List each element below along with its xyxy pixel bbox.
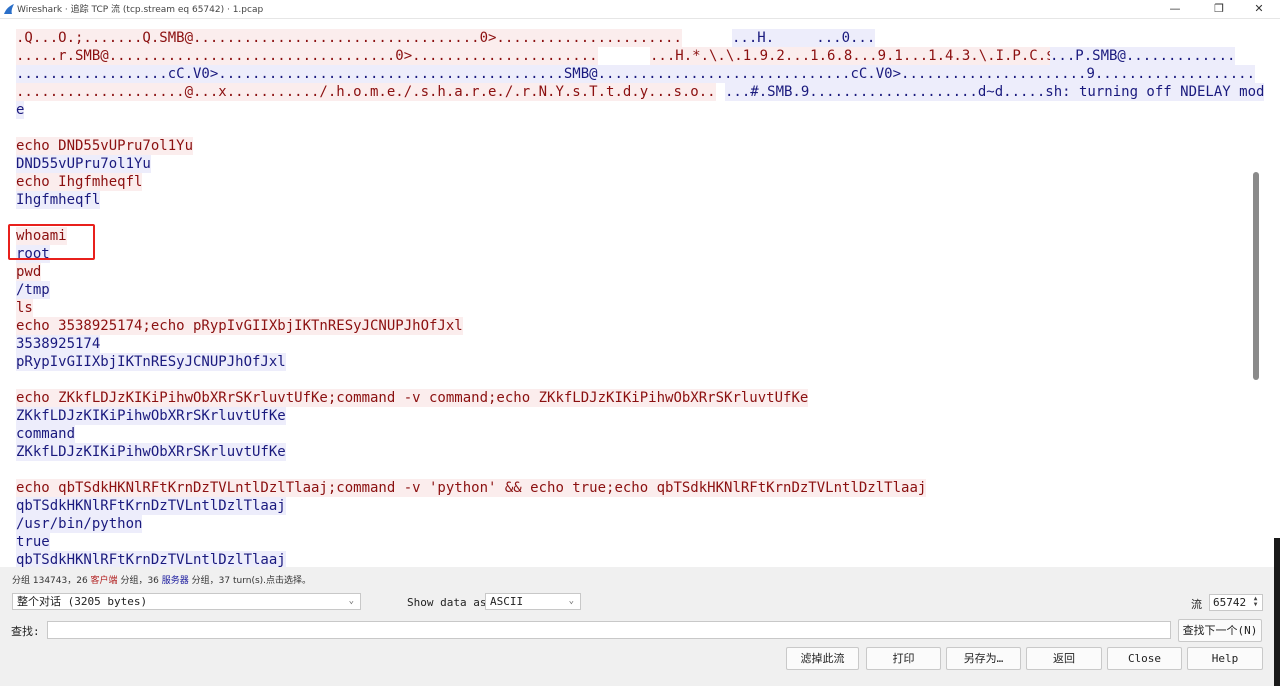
window-title: Wireshark · 追踪 TCP 流 (tcp.stream eq 6574… [17,5,264,15]
highlight-box [8,224,95,260]
stream-line-server[interactable]: ZKkfLDJzKIKiPihwObXRrSKrluvtUfKe [16,443,286,461]
stream-line-server[interactable]: qbTSdkHKNlRFtKrnDzTVLntlDzlTlaaj [16,497,286,515]
stream-line-server[interactable]: true [16,533,50,551]
stream-status-text: 分组 134743，26 客户端 分组，36 服务器 分组，37 turn(s)… [12,573,311,586]
back-button[interactable]: 返回 [1026,647,1102,670]
spin-arrows-icon[interactable]: ▲ ▼ [1250,596,1261,609]
find-label: 查找: [11,625,40,638]
stream-line-client[interactable]: echo Ihgfmheqfl [16,173,143,191]
stream-line-server[interactable]: e [16,101,25,119]
show-data-select[interactable]: ASCII ⌄ [485,593,581,610]
show-data-label: Show data as [407,596,487,609]
stream-line-server[interactable]: pRypIvGIIXbjIKTnRESyJCNUPJhOfJxl [16,353,286,371]
conversation-select-value: 整个对话 (3205 bytes) [17,595,148,608]
vertical-scrollbar[interactable] [1264,19,1280,567]
status-suffix: 分组，37 turn(s).点击选择。 [191,576,312,586]
stream-line-server[interactable]: ..................cC.V0>................… [16,65,1256,83]
status-middle: 分组，36 [120,576,159,586]
stream-line-server[interactable]: command [16,425,76,443]
stream-line-server[interactable]: DND55vUPru7ol1Yu [16,155,151,173]
stream-number-label: 流 [1191,598,1202,611]
chevron-down-icon: ⌄ [568,596,574,606]
status-server-label: 服务器 [161,576,189,586]
stream-line-server[interactable]: ...#.SMB.9....................d~d.....sh… [725,83,1264,101]
stream-line-server[interactable]: 3538925174 [16,335,101,353]
stream-line-server[interactable]: ZKkfLDJzKIKiPihwObXRrSKrluvtUfKe [16,407,286,425]
background-edge [1274,538,1280,686]
status-client-label: 客户端 [90,576,118,586]
minimize-button[interactable]: — [1154,0,1196,18]
filter-out-button[interactable]: 滤掉此流 [786,647,859,670]
window-bottom-edge [0,676,1280,686]
chevron-down-icon: ⌄ [348,596,354,606]
stream-line-client[interactable]: ...H.*.\.\.1.9.2...1.6.8...9.1...1.4.3.\… [650,47,1064,65]
save-as-button[interactable]: 另存为… [946,647,1021,670]
stream-line-server[interactable]: qbTSdkHKNlRFtKrnDzTVLntlDzlTlaaj [16,551,286,567]
stream-line-client[interactable]: .....r.SMB@.............................… [16,47,598,65]
stream-line-client[interactable]: ls [16,299,33,317]
wireshark-fin-icon [4,4,14,14]
stream-number-value: 65742 [1213,596,1247,609]
stream-line-server[interactable]: Ihgfmheqfl [16,191,101,209]
find-input[interactable] [47,621,1171,639]
stream-line-client[interactable]: .Q...O.;.......Q.SMB@...................… [16,29,682,47]
stream-line-server[interactable]: /tmp [16,281,50,299]
stream-line-client[interactable]: pwd [16,263,42,281]
stream-line-server[interactable]: ...H. ...0... [732,29,876,47]
stream-line-client[interactable]: echo ZKkfLDJzKIKiPihwObXRrSKrluvtUfKe;co… [16,389,809,407]
stream-line-client[interactable]: echo 3538925174;echo pRypIvGIIXbjIKTnRES… [16,317,463,335]
find-next-button[interactable]: 查找下一个(N) [1178,619,1262,642]
stream-line-client[interactable]: echo qbTSdkHKNlRFtKrnDzTVLntlDzlTlaaj;co… [16,479,927,497]
help-button[interactable]: Help [1187,647,1263,670]
status-prefix: 分组 134743，26 [12,576,88,586]
stream-line-client[interactable]: ....................@...x.........../.h.… [16,83,716,101]
close-window-button[interactable]: ✕ [1238,0,1280,18]
show-data-select-value: ASCII [490,595,524,608]
stream-line-server[interactable]: /usr/bin/python [16,515,143,533]
stream-line-client[interactable]: echo DND55vUPru7ol1Yu [16,137,194,155]
conversation-select[interactable]: 整个对话 (3205 bytes) ⌄ [12,593,361,610]
maximize-button[interactable]: ❐ [1198,0,1240,18]
print-button[interactable]: 打印 [866,647,941,670]
title-bar: Wireshark · 追踪 TCP 流 (tcp.stream eq 6574… [0,0,1280,19]
close-button[interactable]: Close [1107,647,1182,670]
stream-line-server[interactable]: ...P.SMB@............. [1050,47,1236,65]
stream-number-spinbox[interactable]: 65742 ▲ ▼ [1209,594,1263,611]
scrollbar-thumb[interactable] [1253,172,1259,380]
stream-content-pane[interactable]: .Q...O.;.......Q.SMB@...................… [0,19,1264,567]
